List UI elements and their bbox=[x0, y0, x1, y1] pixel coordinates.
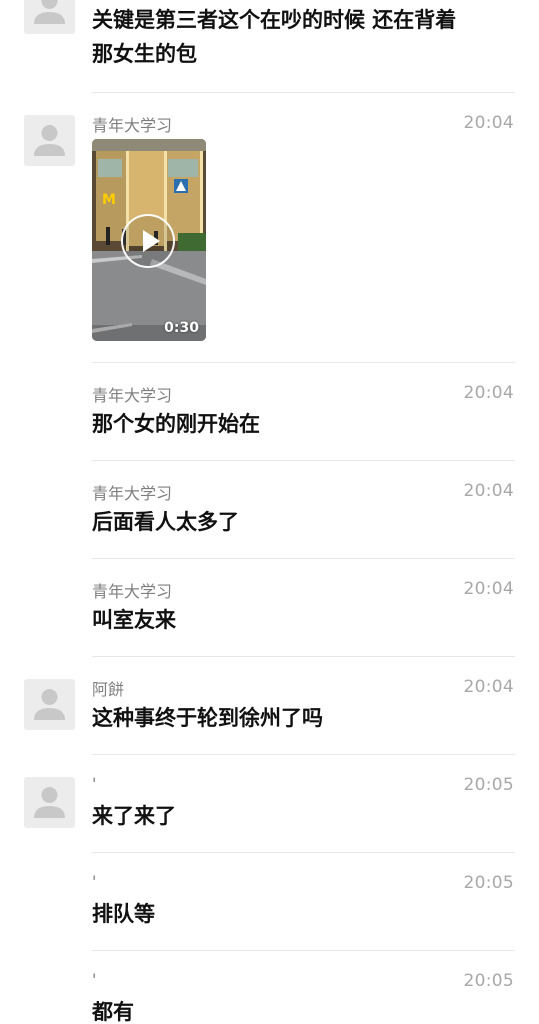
message-text: 后面看人太多了 bbox=[92, 510, 239, 534]
message-text: 那个女的刚开始在 bbox=[92, 412, 260, 436]
chat-message: 青年大学习 20:04 叫室友来 bbox=[0, 559, 539, 657]
message-timestamp: 20:05 bbox=[463, 775, 514, 795]
chat-message: 青年大学习 20:04 后面看人太多了 bbox=[0, 461, 539, 559]
message-timestamp: 20:04 bbox=[463, 383, 514, 403]
message-timestamp: 20:04 bbox=[463, 113, 514, 133]
sender-name[interactable]: ' bbox=[92, 774, 96, 793]
sender-name[interactable]: 青年大学习 bbox=[92, 480, 172, 504]
sender-name[interactable]: ' bbox=[92, 872, 96, 891]
sender-name[interactable]: 青年大学习 bbox=[92, 112, 172, 136]
message-text: 都有 bbox=[92, 1000, 134, 1024]
chat-message: 青年大学习 20:04 那个女的刚开始在 bbox=[0, 363, 539, 461]
video-duration: 0:30 bbox=[164, 320, 199, 336]
default-avatar-icon bbox=[34, 125, 65, 156]
message-timestamp: 20:04 bbox=[463, 579, 514, 599]
sender-name[interactable]: 阿餅 bbox=[92, 676, 124, 700]
default-avatar-icon bbox=[34, 0, 65, 24]
sender-name[interactable]: 青年大学习 bbox=[92, 578, 172, 602]
chat-message: 关键是第三者这个在吵的时候 还在背着 那女生的包 bbox=[0, 0, 539, 93]
message-timestamp: 20:05 bbox=[463, 971, 514, 991]
play-circle-icon[interactable] bbox=[121, 214, 175, 268]
chat-message: ' 20:05 来了来了 bbox=[0, 755, 539, 853]
message-text: 叫室友来 bbox=[92, 608, 176, 632]
user-avatar[interactable] bbox=[24, 679, 75, 730]
user-avatar[interactable] bbox=[24, 777, 75, 828]
chat-message: ' 20:05 都有 bbox=[0, 951, 539, 1024]
message-text: 排队等 bbox=[92, 902, 155, 926]
default-avatar-icon bbox=[34, 689, 65, 720]
message-timestamp: 20:05 bbox=[463, 873, 514, 893]
user-avatar[interactable] bbox=[24, 115, 75, 166]
message-text: 这种事终于轮到徐州了吗 bbox=[92, 706, 323, 730]
chat-message-video: 青年大学习 20:04 M 0:30 bbox=[0, 93, 539, 363]
message-text: 来了来了 bbox=[92, 804, 176, 828]
sender-name[interactable]: ' bbox=[92, 970, 96, 989]
message-timestamp: 20:04 bbox=[463, 481, 514, 501]
svg-text:M: M bbox=[102, 192, 116, 208]
message-text-line-2: 那女生的包 bbox=[92, 42, 197, 66]
chat-message-feed[interactable]: 关键是第三者这个在吵的时候 还在背着 那女生的包 青年大学习 20:04 M 0… bbox=[0, 0, 539, 1024]
chat-message: ' 20:05 排队等 bbox=[0, 853, 539, 951]
user-avatar[interactable] bbox=[24, 0, 75, 34]
chat-message: 阿餅 20:04 这种事终于轮到徐州了吗 bbox=[0, 657, 539, 755]
sender-name[interactable]: 青年大学习 bbox=[92, 382, 172, 406]
message-timestamp: 20:04 bbox=[463, 677, 514, 697]
default-avatar-icon bbox=[34, 787, 65, 818]
video-thumbnail[interactable]: M 0:30 bbox=[92, 139, 206, 341]
message-text: 关键是第三者这个在吵的时候 还在背着 bbox=[92, 8, 457, 32]
